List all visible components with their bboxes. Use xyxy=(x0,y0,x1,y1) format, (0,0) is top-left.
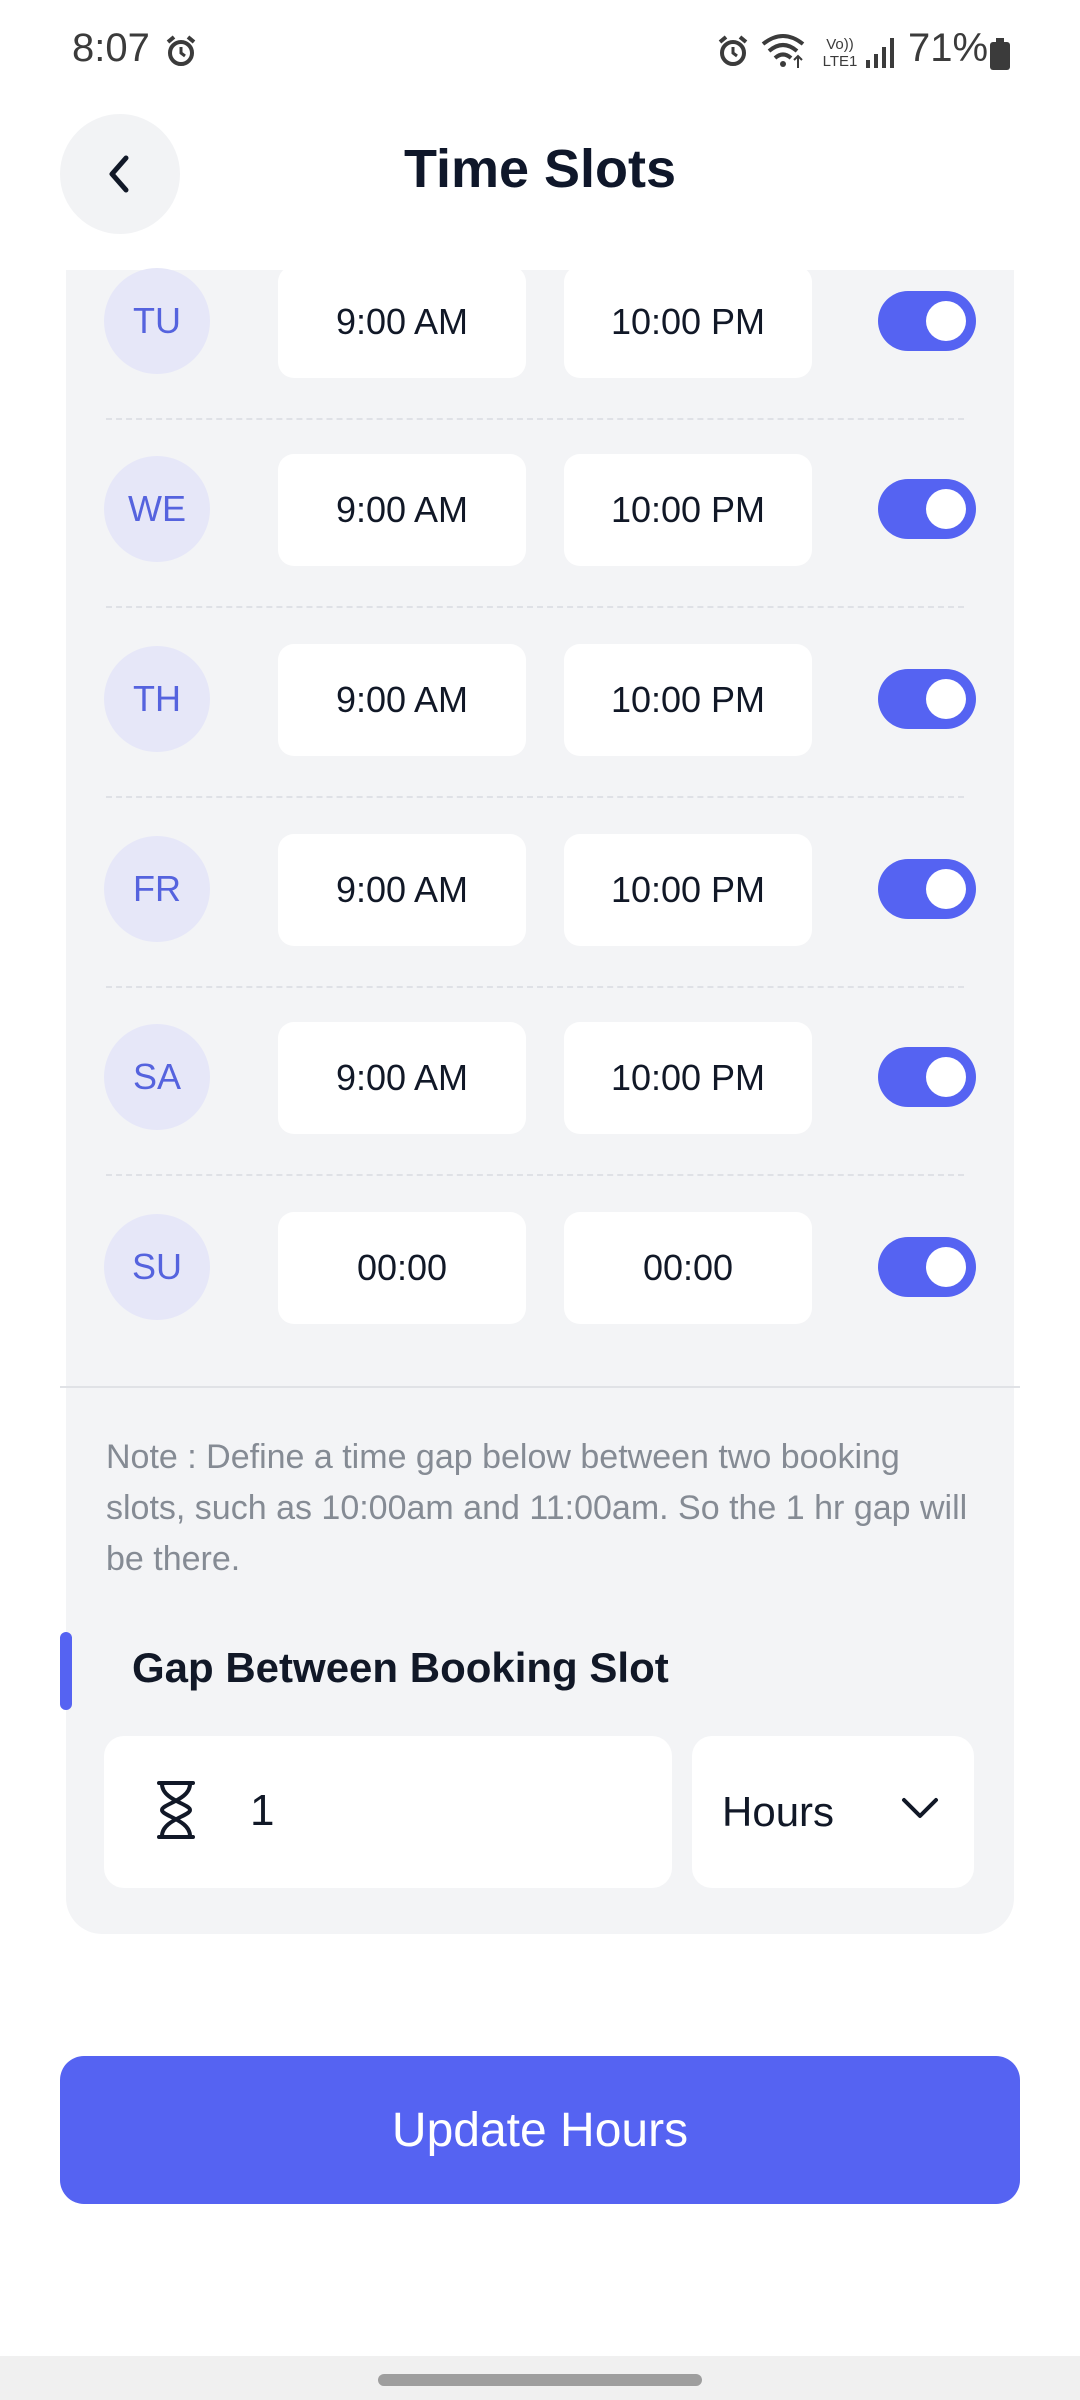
toggle-knob xyxy=(926,1057,966,1097)
day-row-friday: FR 9:00 AM 10:00 PM xyxy=(66,834,1014,948)
day-row-tuesday: TU 9:00 AM 10:00 PM xyxy=(66,266,1014,380)
toggle-knob xyxy=(926,1247,966,1287)
update-hours-button[interactable]: Update Hours xyxy=(60,2056,1020,2204)
day-badge: SU xyxy=(104,1214,210,1320)
row-divider xyxy=(106,418,964,420)
end-time-field[interactable]: 00:00 xyxy=(564,1212,812,1324)
day-toggle[interactable] xyxy=(878,1237,976,1297)
volte-label-line2: LTE1 xyxy=(822,53,858,70)
day-toggle[interactable] xyxy=(878,1047,976,1107)
signal-icon xyxy=(866,38,894,68)
section-divider xyxy=(60,1386,1020,1388)
end-time-field[interactable]: 10:00 PM xyxy=(564,454,812,566)
volte-icon: Vo)) LTE1 xyxy=(818,36,862,70)
toggle-knob xyxy=(926,869,966,909)
gap-unit-value: Hours xyxy=(722,1788,835,1835)
day-toggle[interactable] xyxy=(878,859,976,919)
volte-label-line1: Vo)) xyxy=(826,36,854,53)
day-row-thursday: TH 9:00 AM 10:00 PM xyxy=(66,644,1014,758)
end-time-field[interactable]: 10:00 PM xyxy=(564,1022,812,1134)
start-time-field[interactable]: 9:00 AM xyxy=(278,644,526,756)
row-divider xyxy=(106,986,964,988)
start-time-field[interactable]: 00:00 xyxy=(278,1212,526,1324)
start-time-field[interactable]: 9:00 AM xyxy=(278,834,526,946)
note-text: Note : Define a time gap below between t… xyxy=(106,1438,968,1578)
day-row-saturday: SA 9:00 AM 10:00 PM xyxy=(66,1022,1014,1136)
page-title: Time Slots xyxy=(403,139,677,199)
row-divider xyxy=(106,1174,964,1176)
hourglass-icon xyxy=(157,1781,195,1839)
day-badge: WE xyxy=(104,456,210,562)
battery-percent: 71% xyxy=(908,26,989,70)
end-time-field[interactable]: 10:00 PM xyxy=(564,644,812,756)
day-badge: FR xyxy=(104,836,210,942)
chevron-down-icon xyxy=(902,1798,938,1818)
start-time-field[interactable]: 9:00 AM xyxy=(278,266,526,378)
alarm-icon xyxy=(166,35,196,66)
toggle-knob xyxy=(926,489,966,529)
start-time-field[interactable]: 9:00 AM xyxy=(278,454,526,566)
status-bar: 8:07 Vo)) LTE1 71% xyxy=(0,0,1080,108)
day-row-sunday: SU 00:00 00:00 xyxy=(66,1212,1014,1326)
home-indicator[interactable] xyxy=(378,2374,702,2386)
day-toggle[interactable] xyxy=(878,669,976,729)
alarm-icon xyxy=(718,35,748,66)
section-accent-bar xyxy=(60,1632,72,1710)
start-time-field[interactable]: 9:00 AM xyxy=(278,1022,526,1134)
end-time-field[interactable]: 10:00 PM xyxy=(564,834,812,946)
toggle-knob xyxy=(926,301,966,341)
battery-icon xyxy=(990,38,1010,70)
day-toggle[interactable] xyxy=(878,291,976,351)
row-divider xyxy=(106,796,964,798)
gap-section-label: Gap Between Booking Slot xyxy=(132,1644,669,1691)
wifi-icon xyxy=(761,34,805,68)
day-badge: TU xyxy=(104,268,210,374)
gap-unit-select[interactable]: Hours xyxy=(692,1736,974,1888)
status-time: 8:07 xyxy=(72,26,150,70)
day-toggle[interactable] xyxy=(878,479,976,539)
end-time-field[interactable]: 10:00 PM xyxy=(564,266,812,378)
day-badge: TH xyxy=(104,646,210,752)
toggle-knob xyxy=(926,679,966,719)
gap-value: 1 xyxy=(250,1786,275,1835)
row-divider xyxy=(106,606,964,608)
day-row-wednesday: WE 9:00 AM 10:00 PM xyxy=(66,454,1014,568)
day-badge: SA xyxy=(104,1024,210,1130)
gap-value-input[interactable]: 1 xyxy=(104,1736,672,1888)
